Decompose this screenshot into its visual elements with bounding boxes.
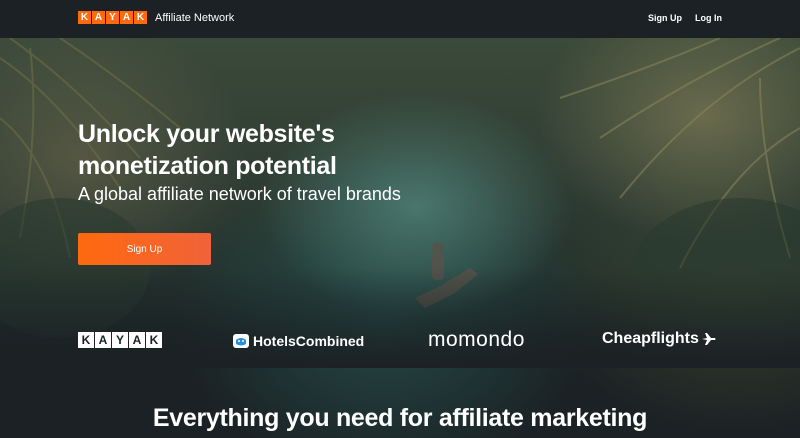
hero-headline: Unlock your website's monetization poten… [78,120,337,180]
logo-letter: Y [106,11,119,24]
cheapflights-wordmark: Cheapflights [602,330,699,347]
logo-letter: K [146,332,162,348]
brand-logo-link[interactable]: K A Y A K Affiliate Network [78,11,234,24]
partner-logos-strip: K A Y A K HotelsCombined momondo Cheapfl… [0,328,800,354]
logo-letter: Y [112,332,128,348]
logo-letter: K [134,11,147,24]
airplane-icon [701,333,716,345]
header-signup-link[interactable]: Sign Up [648,13,682,23]
hero-signup-button[interactable]: Sign Up [78,233,211,265]
hotelscombined-wordmark: HotelsCombined [253,333,365,349]
logo-letter: A [92,11,105,24]
momondo-partner-logo: momondo [428,328,525,351]
header-login-link[interactable]: Log In [695,13,722,23]
hero-subheadline: A global affiliate network of travel bra… [78,184,401,204]
brand-subtitle: Affiliate Network [155,11,235,24]
kayak-logo: K A Y A K [78,11,148,24]
features-section-title: Everything you need for affiliate market… [152,404,648,432]
kayak-partner-logo: K A Y A K [78,332,163,348]
logo-letter: K [78,11,91,24]
hotelscombined-partner-logo: HotelsCombined [233,333,364,349]
logo-letter: A [129,332,145,348]
logo-letter: K [78,332,94,348]
cheapflights-partner-logo: Cheapflights [602,330,716,348]
logo-letter: A [120,11,133,24]
logo-letter: A [95,332,111,348]
top-navigation-bar: K A Y A K Affiliate Network Sign Up Log … [0,0,800,38]
header-nav: Sign Up Log In [648,13,722,23]
hotelscombined-icon [233,334,249,348]
